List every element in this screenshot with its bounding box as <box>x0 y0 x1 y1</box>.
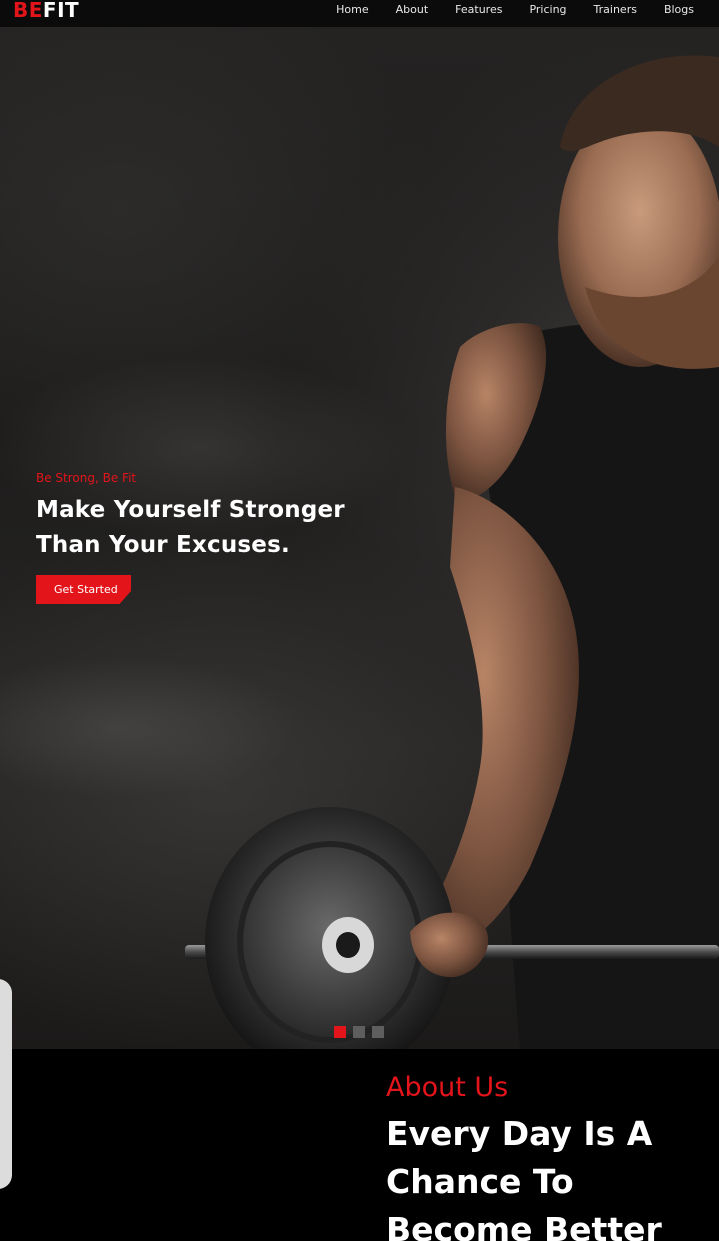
nav-item-features[interactable]: Features <box>455 1 502 19</box>
side-panel-tab[interactable] <box>0 979 12 1189</box>
about-section: About Us Every Day Is A Chance To Become… <box>0 979 719 1241</box>
slider-dot-1[interactable] <box>334 1026 346 1038</box>
slider-dot-3[interactable] <box>372 1026 384 1038</box>
about-label: About Us <box>386 1072 509 1103</box>
slider-dot-2[interactable] <box>353 1026 365 1038</box>
main-nav: Home About Features Pricing Trainers Blo… <box>309 0 694 20</box>
smoke-wisp <box>0 657 300 797</box>
nav-item-pricing[interactable]: Pricing <box>529 1 566 19</box>
nav-item-about[interactable]: About <box>396 1 429 19</box>
navbar: BEFIT Home About Features Pricing Traine… <box>0 0 719 27</box>
hero-title: Make Yourself Stronger Than Your Excuses… <box>36 497 345 558</box>
logo-text-fit: FIT <box>42 0 80 22</box>
page: BEFIT Home About Features Pricing Traine… <box>0 0 719 1241</box>
about-heading: Every Day Is A Chance To Become Better <box>386 1114 662 1241</box>
hero-banner: Be Strong, Be Fit Make Yourself Stronger… <box>0 27 719 1049</box>
get-started-button[interactable]: Get Started <box>36 575 131 604</box>
nav-item-blogs[interactable]: Blogs <box>664 1 694 19</box>
weight-plate-hole <box>336 932 360 958</box>
hero-tagline: Be Strong, Be Fit <box>36 471 137 485</box>
slider-pagination <box>334 1026 384 1038</box>
nav-item-home[interactable]: Home <box>336 1 368 19</box>
brand-logo[interactable]: BEFIT <box>13 0 79 22</box>
logo-text-be: BE <box>13 0 43 22</box>
nav-item-trainers[interactable]: Trainers <box>594 1 637 19</box>
